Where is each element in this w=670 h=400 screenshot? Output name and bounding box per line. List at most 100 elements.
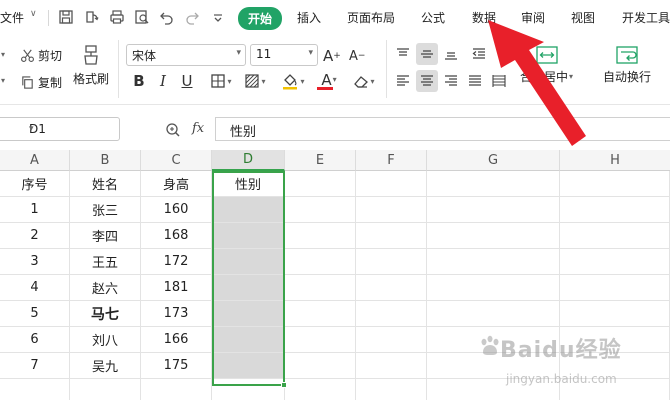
customize-toolbar-icon[interactable] xyxy=(210,9,226,25)
column-header-a[interactable]: A xyxy=(0,150,70,171)
cell-d1[interactable]: 性别 xyxy=(212,171,285,197)
cell-a1[interactable]: 序号 xyxy=(0,171,70,197)
paste-caret[interactable]: ▾ xyxy=(0,50,5,59)
tab-insert[interactable]: 插入 xyxy=(297,9,321,26)
cell-a5[interactable]: 4 xyxy=(0,275,70,301)
tab-page-layout[interactable]: 页面布局 xyxy=(347,9,395,26)
font-name-select[interactable]: 宋体 ▾ xyxy=(126,44,246,66)
cell-f5[interactable] xyxy=(356,275,427,301)
cell-c5[interactable]: 181 xyxy=(141,275,212,301)
cell-g2[interactable] xyxy=(427,197,560,223)
column-header-d[interactable]: D xyxy=(212,150,285,171)
cell-f2[interactable] xyxy=(356,197,427,223)
cell-f7[interactable] xyxy=(356,327,427,353)
cell-c4[interactable]: 172 xyxy=(141,249,212,275)
cell-f8[interactable] xyxy=(356,353,427,379)
name-box[interactable]: D1 ▾ xyxy=(0,117,120,141)
cell-e3[interactable] xyxy=(285,223,356,249)
column-header-c[interactable]: C xyxy=(141,150,212,171)
tab-formula[interactable]: 公式 xyxy=(421,9,445,26)
cell-e4[interactable] xyxy=(285,249,356,275)
cell-a3[interactable]: 2 xyxy=(0,223,70,249)
cell-f3[interactable] xyxy=(356,223,427,249)
align-middle-button[interactable] xyxy=(416,43,438,65)
increase-font-button[interactable]: A + xyxy=(323,44,341,68)
cell-h6[interactable] xyxy=(560,301,670,327)
print-icon[interactable] xyxy=(109,9,125,25)
tab-start[interactable]: 开始 xyxy=(238,7,283,30)
cell-a9[interactable] xyxy=(0,379,70,400)
cell-g5[interactable] xyxy=(427,275,560,301)
fill-pattern-button[interactable]: ▾ xyxy=(240,69,270,93)
column-header-h[interactable]: H xyxy=(560,150,670,171)
cell-g4[interactable] xyxy=(427,249,560,275)
cell-e6[interactable] xyxy=(285,301,356,327)
cell-g6[interactable] xyxy=(427,301,560,327)
cell-b1[interactable]: 姓名 xyxy=(70,171,141,197)
print-preview-icon[interactable] xyxy=(134,9,150,25)
cell-b9[interactable] xyxy=(70,379,141,400)
align-center-button[interactable] xyxy=(416,70,438,92)
cell-g3[interactable] xyxy=(427,223,560,249)
cell-d9[interactable] xyxy=(212,379,285,400)
cell-a4[interactable]: 3 xyxy=(0,249,70,275)
cell-f1[interactable] xyxy=(356,171,427,197)
cell-a2[interactable]: 1 xyxy=(0,197,70,223)
copy-button[interactable]: 复制 xyxy=(20,74,62,91)
cell-e5[interactable] xyxy=(285,275,356,301)
align-left-button[interactable] xyxy=(392,70,414,92)
cell-b8[interactable]: 吴九 xyxy=(70,353,141,379)
cell-f9[interactable] xyxy=(356,379,427,400)
cell-b4[interactable]: 王五 xyxy=(70,249,141,275)
tab-review[interactable]: 审阅 xyxy=(521,9,545,26)
cell-f4[interactable] xyxy=(356,249,427,275)
cell-f6[interactable] xyxy=(356,301,427,327)
cell-a7[interactable]: 6 xyxy=(0,327,70,353)
cell-d3[interactable] xyxy=(212,223,285,249)
cell-d7[interactable] xyxy=(212,327,285,353)
save-icon[interactable] xyxy=(58,9,74,25)
border-button[interactable]: ▾ xyxy=(206,69,236,93)
cell-e7[interactable] xyxy=(285,327,356,353)
cell-e1[interactable] xyxy=(285,171,356,197)
cell-h2[interactable] xyxy=(560,197,670,223)
column-header-g[interactable]: G xyxy=(427,150,560,171)
cell-g1[interactable] xyxy=(427,171,560,197)
cell-c9[interactable] xyxy=(141,379,212,400)
column-header-f[interactable]: F xyxy=(356,150,427,171)
cell-d2[interactable] xyxy=(212,197,285,223)
file-menu[interactable]: 文件 xyxy=(0,9,24,26)
tab-data[interactable]: 数据 xyxy=(472,9,496,26)
fill-color-button[interactable]: ▾ xyxy=(278,69,308,93)
cell-e9[interactable] xyxy=(285,379,356,400)
bold-button[interactable]: B xyxy=(130,69,148,93)
cell-b6[interactable]: 马七 xyxy=(70,301,141,327)
clear-format-button[interactable]: ▾ xyxy=(349,69,379,93)
undo-icon[interactable] xyxy=(159,9,175,25)
cell-c8[interactable]: 175 xyxy=(141,353,212,379)
decrease-indent-button[interactable] xyxy=(468,43,490,65)
cell-d4[interactable] xyxy=(212,249,285,275)
cell-b5[interactable]: 赵六 xyxy=(70,275,141,301)
cell-e8[interactable] xyxy=(285,353,356,379)
align-bottom-button[interactable] xyxy=(440,43,462,65)
redo-icon[interactable] xyxy=(184,9,200,25)
format-painter-button[interactable]: 格式刷 xyxy=(73,44,109,87)
cell-c7[interactable]: 166 xyxy=(141,327,212,353)
align-top-button[interactable] xyxy=(392,43,414,65)
cell-b2[interactable]: 张三 xyxy=(70,197,141,223)
cell-h1[interactable] xyxy=(560,171,670,197)
tab-developer[interactable]: 开发工具 xyxy=(622,9,670,26)
cell-h3[interactable] xyxy=(560,223,670,249)
formula-input[interactable]: 性别 xyxy=(215,117,670,141)
chevron-down-icon[interactable]: ∨ xyxy=(30,9,37,19)
justify-button[interactable] xyxy=(464,70,486,92)
cell-d6[interactable] xyxy=(212,301,285,327)
cell-e2[interactable] xyxy=(285,197,356,223)
cell-b7[interactable]: 刘八 xyxy=(70,327,141,353)
cell-a6[interactable]: 5 xyxy=(0,301,70,327)
zoom-icon[interactable] xyxy=(165,122,181,141)
cell-a8[interactable]: 7 xyxy=(0,353,70,379)
wrap-text-button[interactable]: 自动换行 xyxy=(603,46,651,85)
paste-caret-2[interactable]: ▾ xyxy=(0,76,5,85)
